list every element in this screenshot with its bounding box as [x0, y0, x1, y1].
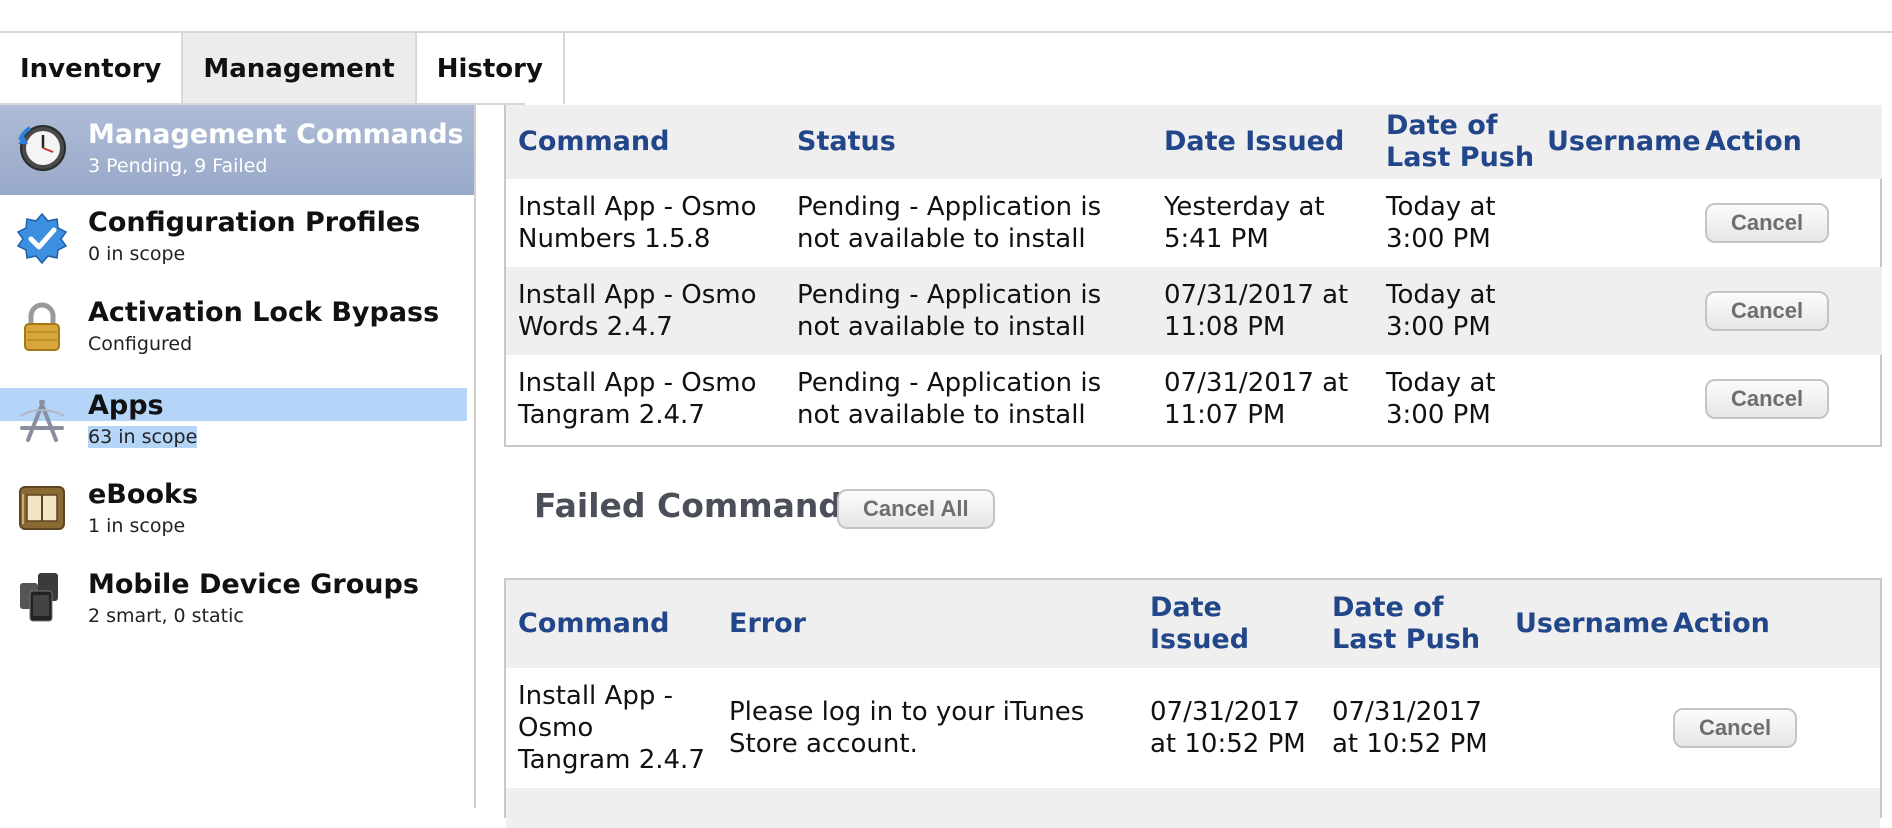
sidebar-item-title: Mobile Device Groups — [88, 569, 419, 600]
cell-command: Install App - Osmo Words 2.4.7 — [506, 267, 785, 355]
cell-last-push: Today at 3:00 PM — [1386, 192, 1496, 254]
ebook-icon — [19, 486, 65, 530]
table-row: Install App - Osmo Words 2.4.7 Pending -… — [506, 267, 1882, 355]
tab-inventory[interactable]: Inventory — [0, 33, 184, 104]
clock-icon — [18, 125, 66, 171]
sidebar-item-subtitle: 1 in scope — [88, 515, 186, 537]
table-row — [506, 788, 1880, 828]
sidebar-item-subtitle: 0 in scope — [88, 243, 186, 265]
cell-action: Cancel — [1693, 355, 1882, 443]
column-header: Date Issued — [1152, 105, 1374, 179]
column-header: Date of Last Push — [1320, 580, 1503, 668]
cell-username — [1535, 179, 1693, 267]
table-row: Install App - Osmo Numbers 1.5.8 Pending… — [506, 179, 1882, 267]
cell-action: Cancel — [1693, 179, 1882, 267]
sidebar-item-management-commands[interactable]: Management Commands 3 Pending, 9 Failed — [0, 105, 475, 195]
table-header: Command Error Date Issued Date of Last P… — [506, 580, 1880, 668]
cancel-button[interactable]: Cancel — [1673, 708, 1798, 748]
column-header: Command — [506, 580, 717, 668]
column-header: Action — [1661, 580, 1880, 668]
cancel-button[interactable]: Cancel — [1705, 291, 1830, 331]
column-header: Date Issued — [1138, 580, 1320, 668]
table-row: Install App - Osmo Tangram 2.4.7 Pending… — [506, 355, 1882, 443]
table-header: Command Status Date Issued Date of Last … — [506, 105, 1882, 179]
tab-bar: Inventory Management History — [0, 33, 565, 104]
cancel-button[interactable]: Cancel — [1705, 379, 1830, 419]
sidebar-item-subtitle: 3 Pending, 9 Failed — [88, 155, 268, 177]
column-header: Action — [1693, 105, 1882, 179]
tab-history[interactable]: History — [416, 33, 565, 104]
cell-action: Cancel — [1693, 267, 1882, 355]
column-header: Error — [717, 580, 1138, 668]
cell-last-push: Today at 3:00 PM — [1386, 368, 1496, 430]
cell-last-push: 07/31/2017 at 10:52 PM — [1332, 697, 1488, 759]
cell-command: Install App - Osmo Tangram 2.4.7 — [518, 681, 705, 775]
cell-status: Pending - Application is not available t… — [797, 192, 1102, 254]
cell-username — [1535, 267, 1693, 355]
column-header: Username — [1535, 105, 1701, 179]
column-header: Command — [506, 105, 785, 179]
sidebar-item-title: eBooks — [88, 479, 199, 510]
sidebar-item-subtitle: 63 in scope — [88, 426, 198, 448]
sidebar-item-configuration-profiles[interactable]: Configuration Profiles 0 in scope — [0, 195, 470, 285]
sidebar-item-subtitle: 2 smart, 0 static — [88, 605, 244, 627]
sidebar-divider — [474, 105, 476, 808]
cell-username — [1535, 355, 1693, 443]
sidebar-item-title: Activation Lock Bypass — [88, 297, 440, 328]
cancel-button[interactable]: Cancel — [1705, 203, 1830, 243]
sidebar-item-title: Apps — [88, 390, 164, 421]
sidebar-item-mobile-device-groups[interactable]: Mobile Device Groups 2 smart, 0 static — [0, 555, 470, 645]
column-header: Status — [785, 105, 1152, 179]
column-header: Username — [1503, 580, 1669, 668]
cell-status: Pending - Application is not available t… — [785, 267, 1152, 355]
cell-command: Install App - Osmo Tangram 2.4.7 — [518, 368, 757, 430]
column-header: Date of Last Push — [1374, 105, 1535, 179]
table-row: Install App - Osmo Tangram 2.4.7 Please … — [506, 668, 1880, 788]
tab-management[interactable]: Management — [183, 33, 417, 104]
cell-date-issued: Yesterday at 5:41 PM — [1164, 192, 1325, 254]
sidebar-item-activation-lock-bypass[interactable]: Activation Lock Bypass Configured — [0, 285, 470, 375]
pending-commands-table: Command Status Date Issued Date of Last … — [504, 105, 1882, 447]
app-store-icon — [19, 400, 65, 442]
cell-status: Pending - Application is not available t… — [797, 368, 1102, 430]
failed-commands-table: Command Error Date Issued Date of Last P… — [504, 578, 1882, 828]
cell-date-issued: 07/31/2017 at 11:07 PM — [1164, 368, 1349, 430]
failed-commands-heading: Failed Commands — [534, 486, 862, 525]
sidebar: Management Commands 3 Pending, 9 Failed … — [0, 105, 475, 808]
cell-action: Cancel — [1661, 668, 1880, 788]
sidebar-item-ebooks[interactable]: eBooks 1 in scope — [0, 465, 470, 555]
sidebar-item-title: Configuration Profiles — [88, 207, 421, 238]
sidebar-item-title: Management Commands — [88, 119, 464, 150]
cell-date-issued: 07/31/2017 at 10:52 PM — [1150, 697, 1306, 759]
top-bar — [0, 0, 1892, 33]
badge-check-icon — [16, 212, 68, 264]
sidebar-item-apps[interactable]: Apps 63 in scope — [0, 375, 470, 465]
cell-date-issued: 07/31/2017 at 11:08 PM — [1152, 267, 1374, 355]
cell-command: Install App - Osmo Numbers 1.5.8 — [518, 192, 757, 254]
cancel-all-button[interactable]: Cancel All — [837, 489, 995, 529]
device-group-icon — [20, 573, 58, 622]
cell-error: Please log in to your iTunes Store accou… — [729, 697, 1085, 759]
cell-username — [1503, 668, 1661, 788]
sidebar-item-subtitle: Configured — [88, 333, 193, 355]
cell-last-push: Today at 3:00 PM — [1374, 267, 1535, 355]
padlock-icon — [24, 302, 60, 351]
